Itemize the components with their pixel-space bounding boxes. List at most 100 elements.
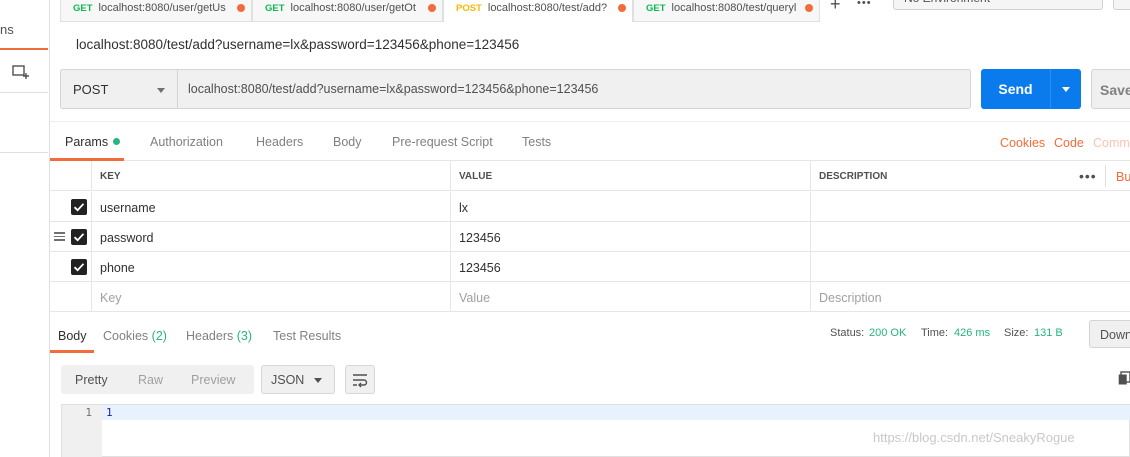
response-code-line: 1: [106, 406, 113, 419]
watermark: https://blog.csdn.net/SneakyRogue: [873, 430, 1075, 445]
size-value: 131 B: [1034, 327, 1063, 339]
download-button[interactable]: Down: [1089, 320, 1130, 348]
row-checkbox-cell: [50, 252, 92, 282]
param-description[interactable]: [811, 252, 1130, 282]
status-label: Status:: [830, 327, 865, 339]
param-value[interactable]: lx: [451, 192, 811, 222]
environment-quick-look-button[interactable]: [1113, 0, 1130, 10]
sidebar: ns: [0, 0, 50, 457]
tab-test-results[interactable]: Test Results: [273, 329, 341, 343]
tab-pre-request-script[interactable]: Pre-request Script: [392, 135, 493, 149]
format-raw[interactable]: Raw: [138, 373, 163, 387]
chevron-down-icon: [157, 88, 165, 93]
bulk-edit-link[interactable]: Bu: [1116, 170, 1130, 184]
chevron-down-icon: [314, 378, 322, 383]
request-tab-active[interactable]: POST localhost:8080/test/add?: [443, 0, 633, 22]
drag-handle-icon[interactable]: [54, 232, 65, 241]
tab-params[interactable]: Params: [65, 135, 121, 149]
tab-method: GET: [646, 3, 666, 14]
new-collection-icon[interactable]: [12, 64, 30, 80]
request-tab[interactable]: GET localhost:8080/test/queryl: [633, 0, 820, 22]
new-description-input[interactable]: Description: [811, 282, 1130, 312]
response-tabs: Body Cookies (2) Headers (3) Test Result…: [50, 320, 1130, 353]
table-row: username lx: [50, 192, 1130, 222]
tab-headers[interactable]: Headers: [256, 135, 303, 149]
wrap-icon: [353, 374, 368, 388]
send-options-button[interactable]: [1050, 69, 1081, 109]
request-tab[interactable]: GET localhost:8080/user/getUs: [60, 0, 252, 22]
request-tab[interactable]: GET localhost:8080/user/getOt: [252, 0, 443, 22]
code-link[interactable]: Code: [1054, 136, 1084, 150]
row-checkbox-cell: [50, 192, 92, 222]
active-line-highlight: [102, 405, 1130, 420]
active-tab-underline: [50, 350, 94, 353]
response-format-group: Pretty Raw Preview: [61, 365, 254, 394]
tab-method: GET: [73, 3, 93, 14]
sidebar-tab-label[interactable]: ns: [0, 22, 14, 37]
environment-select[interactable]: No Environment: [893, 0, 1103, 10]
row-checkbox[interactable]: [71, 199, 87, 215]
checkbox-column-header: [50, 161, 92, 191]
tab-label: Cookies: [103, 329, 149, 343]
method-select-value: POST: [73, 82, 109, 97]
param-value[interactable]: 123456: [451, 222, 811, 252]
row-checkbox[interactable]: [71, 229, 87, 245]
line-number: 1: [85, 406, 92, 419]
cookies-link[interactable]: Cookies: [1000, 136, 1045, 150]
save-button[interactable]: Save: [1091, 69, 1130, 109]
tab-more-button[interactable]: •••: [857, 0, 872, 9]
tab-response-body[interactable]: Body: [58, 329, 87, 343]
tab-label: localhost:8080/user/getUs: [98, 2, 226, 14]
copy-icon[interactable]: [1118, 371, 1130, 385]
row-checkbox[interactable]: [71, 259, 87, 275]
request-title[interactable]: localhost:8080/test/add?username=lx&pass…: [76, 37, 519, 52]
checkmark-icon: [73, 233, 85, 242]
param-key[interactable]: username: [92, 192, 451, 222]
format-preview[interactable]: Preview: [191, 373, 235, 387]
param-key[interactable]: password: [92, 222, 451, 252]
tab-method: POST: [456, 3, 482, 14]
sidebar-tab-underline: [0, 48, 48, 50]
wrap-lines-button[interactable]: [345, 365, 375, 394]
param-description[interactable]: [811, 192, 1130, 222]
add-tab-button[interactable]: +: [830, 0, 841, 15]
time-label: Time:: [921, 327, 949, 339]
param-key[interactable]: phone: [92, 252, 451, 282]
send-button[interactable]: Send: [981, 69, 1050, 109]
params-active-dot-icon: [113, 138, 121, 145]
table-options-button[interactable]: •••: [1079, 168, 1097, 184]
url-input[interactable]: localhost:8080/test/add?username=lx&pass…: [177, 69, 971, 109]
format-pretty[interactable]: Pretty: [75, 373, 108, 387]
tab-label: localhost:8080/test/add?: [487, 2, 611, 14]
checkmark-icon: [73, 263, 85, 272]
param-description[interactable]: [811, 222, 1130, 252]
table-row: phone 123456: [50, 252, 1130, 282]
tab-body[interactable]: Body: [333, 135, 362, 149]
tab-response-cookies[interactable]: Cookies (2): [103, 329, 167, 343]
table-row: password 123456: [50, 222, 1130, 252]
param-value[interactable]: 123456: [451, 252, 811, 282]
tab-label: localhost:8080/user/getOt: [290, 2, 416, 14]
request-tabs: Params Authorization Headers Body Pre-re…: [50, 121, 1130, 161]
params-header-row: KEY VALUE DESCRIPTION ••• Bu: [50, 161, 1130, 191]
tab-tests[interactable]: Tests: [522, 135, 551, 149]
tab-authorization[interactable]: Authorization: [150, 135, 223, 149]
tab-response-headers[interactable]: Headers (3): [186, 329, 252, 343]
comments-link[interactable]: Comm: [1093, 136, 1130, 150]
unsaved-dot-icon: [237, 4, 245, 12]
unsaved-dot-icon: [428, 4, 436, 12]
language-select[interactable]: JSON: [261, 365, 335, 394]
count-badge: (3): [236, 329, 253, 343]
new-value-input[interactable]: Value: [451, 282, 811, 312]
chevron-down-icon: [1062, 87, 1070, 92]
status-value: 200 OK: [869, 327, 907, 339]
unsaved-dot-icon: [618, 4, 626, 12]
language-select-value: JSON: [271, 373, 305, 387]
count-badge: (2): [151, 329, 167, 343]
new-key-input[interactable]: Key: [92, 282, 451, 312]
size-label: Size:: [1004, 327, 1029, 339]
tab-params-label: Params: [65, 135, 109, 149]
sidebar-divider: [0, 92, 48, 93]
column-header-key: KEY: [92, 161, 451, 191]
method-select[interactable]: POST: [60, 69, 177, 109]
